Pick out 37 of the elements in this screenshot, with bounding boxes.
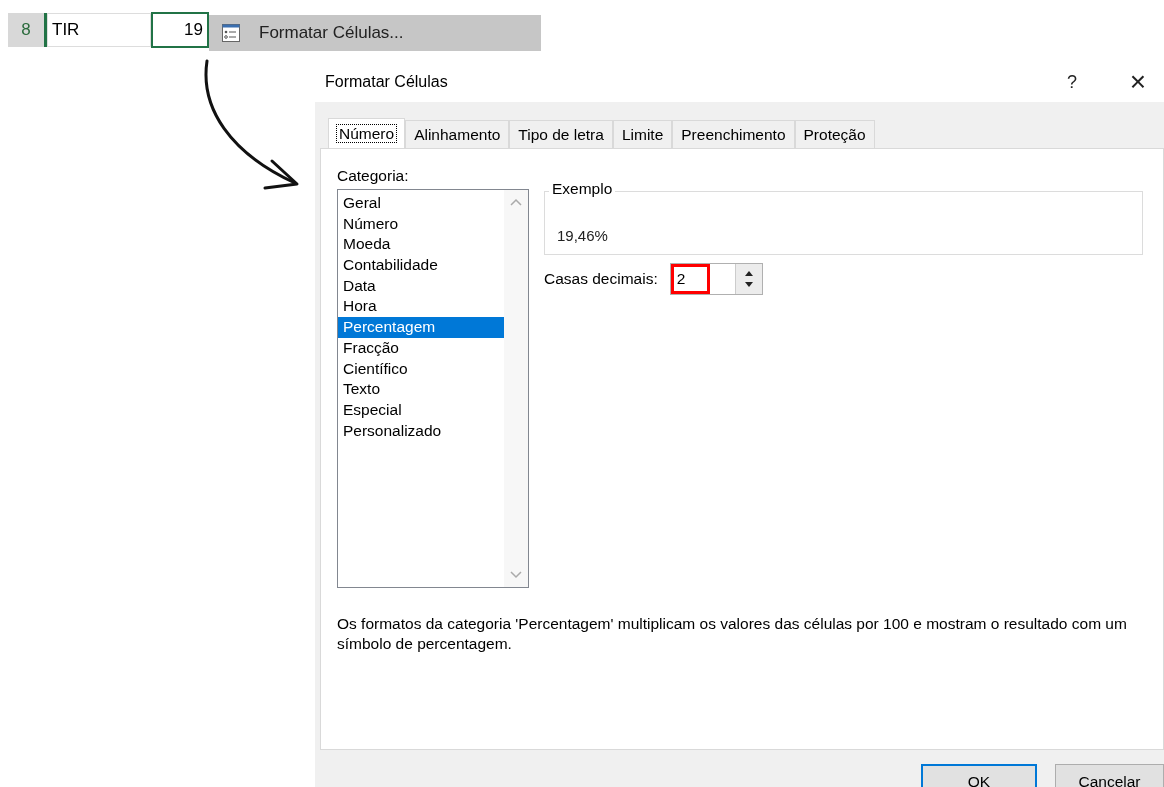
context-menu-item[interactable]: Formatar Células...: [209, 15, 541, 51]
category-item[interactable]: Texto: [338, 379, 504, 400]
sample-legend: Exemplo: [549, 180, 616, 198]
category-label: Categoria:: [337, 167, 410, 185]
category-item[interactable]: Contabilidade: [338, 255, 504, 276]
scroll-up-icon[interactable]: [510, 198, 522, 206]
category-item[interactable]: Geral: [338, 193, 504, 214]
scrollbar[interactable]: [504, 190, 528, 587]
tab[interactable]: Proteção: [794, 120, 875, 148]
category-item[interactable]: Percentagem: [338, 317, 504, 338]
category-item[interactable]: Data: [338, 275, 504, 297]
tab[interactable]: Limite: [612, 120, 673, 148]
category-description: Os formatos da categoria 'Percentagem' multiplicam os valores das células por 100 e mostram o resultado com um símbolo de percentagem.: [337, 614, 1127, 654]
decimal-places-label: Casas decimais:: [544, 270, 658, 288]
sample-value: 19,46%: [557, 227, 608, 244]
category-item[interactable]: Fracção: [338, 337, 504, 359]
category-item[interactable]: Moeda: [338, 234, 504, 256]
tab[interactable]: Tipo de letra: [509, 120, 613, 148]
category-item[interactable]: Especial: [338, 399, 504, 421]
format-cells-icon: [221, 23, 241, 43]
tab[interactable]: Alinhamento: [405, 120, 510, 148]
decimal-places-field[interactable]: 2: [669, 263, 763, 295]
cancel-button[interactable]: Cancelar: [1055, 764, 1164, 787]
scroll-down-icon[interactable]: [510, 571, 522, 579]
close-button[interactable]: ×: [1112, 62, 1164, 102]
spreadsheet-cell[interactable]: TIR: [47, 13, 151, 47]
category-item[interactable]: Científico: [338, 358, 504, 380]
category-item[interactable]: Número: [338, 213, 504, 235]
category-item[interactable]: Hora: [338, 296, 504, 318]
dialog-title: Formatar Células: [325, 73, 449, 91]
help-button[interactable]: ?: [1046, 62, 1098, 102]
row-header[interactable]: 8: [8, 13, 47, 47]
category-item[interactable]: Personalizado: [338, 420, 504, 442]
ok-button[interactable]: OK: [921, 764, 1037, 787]
tab[interactable]: Preenchimento: [672, 120, 795, 148]
tab[interactable]: Número: [328, 118, 406, 148]
spreadsheet-cell[interactable]: 19: [151, 12, 209, 48]
